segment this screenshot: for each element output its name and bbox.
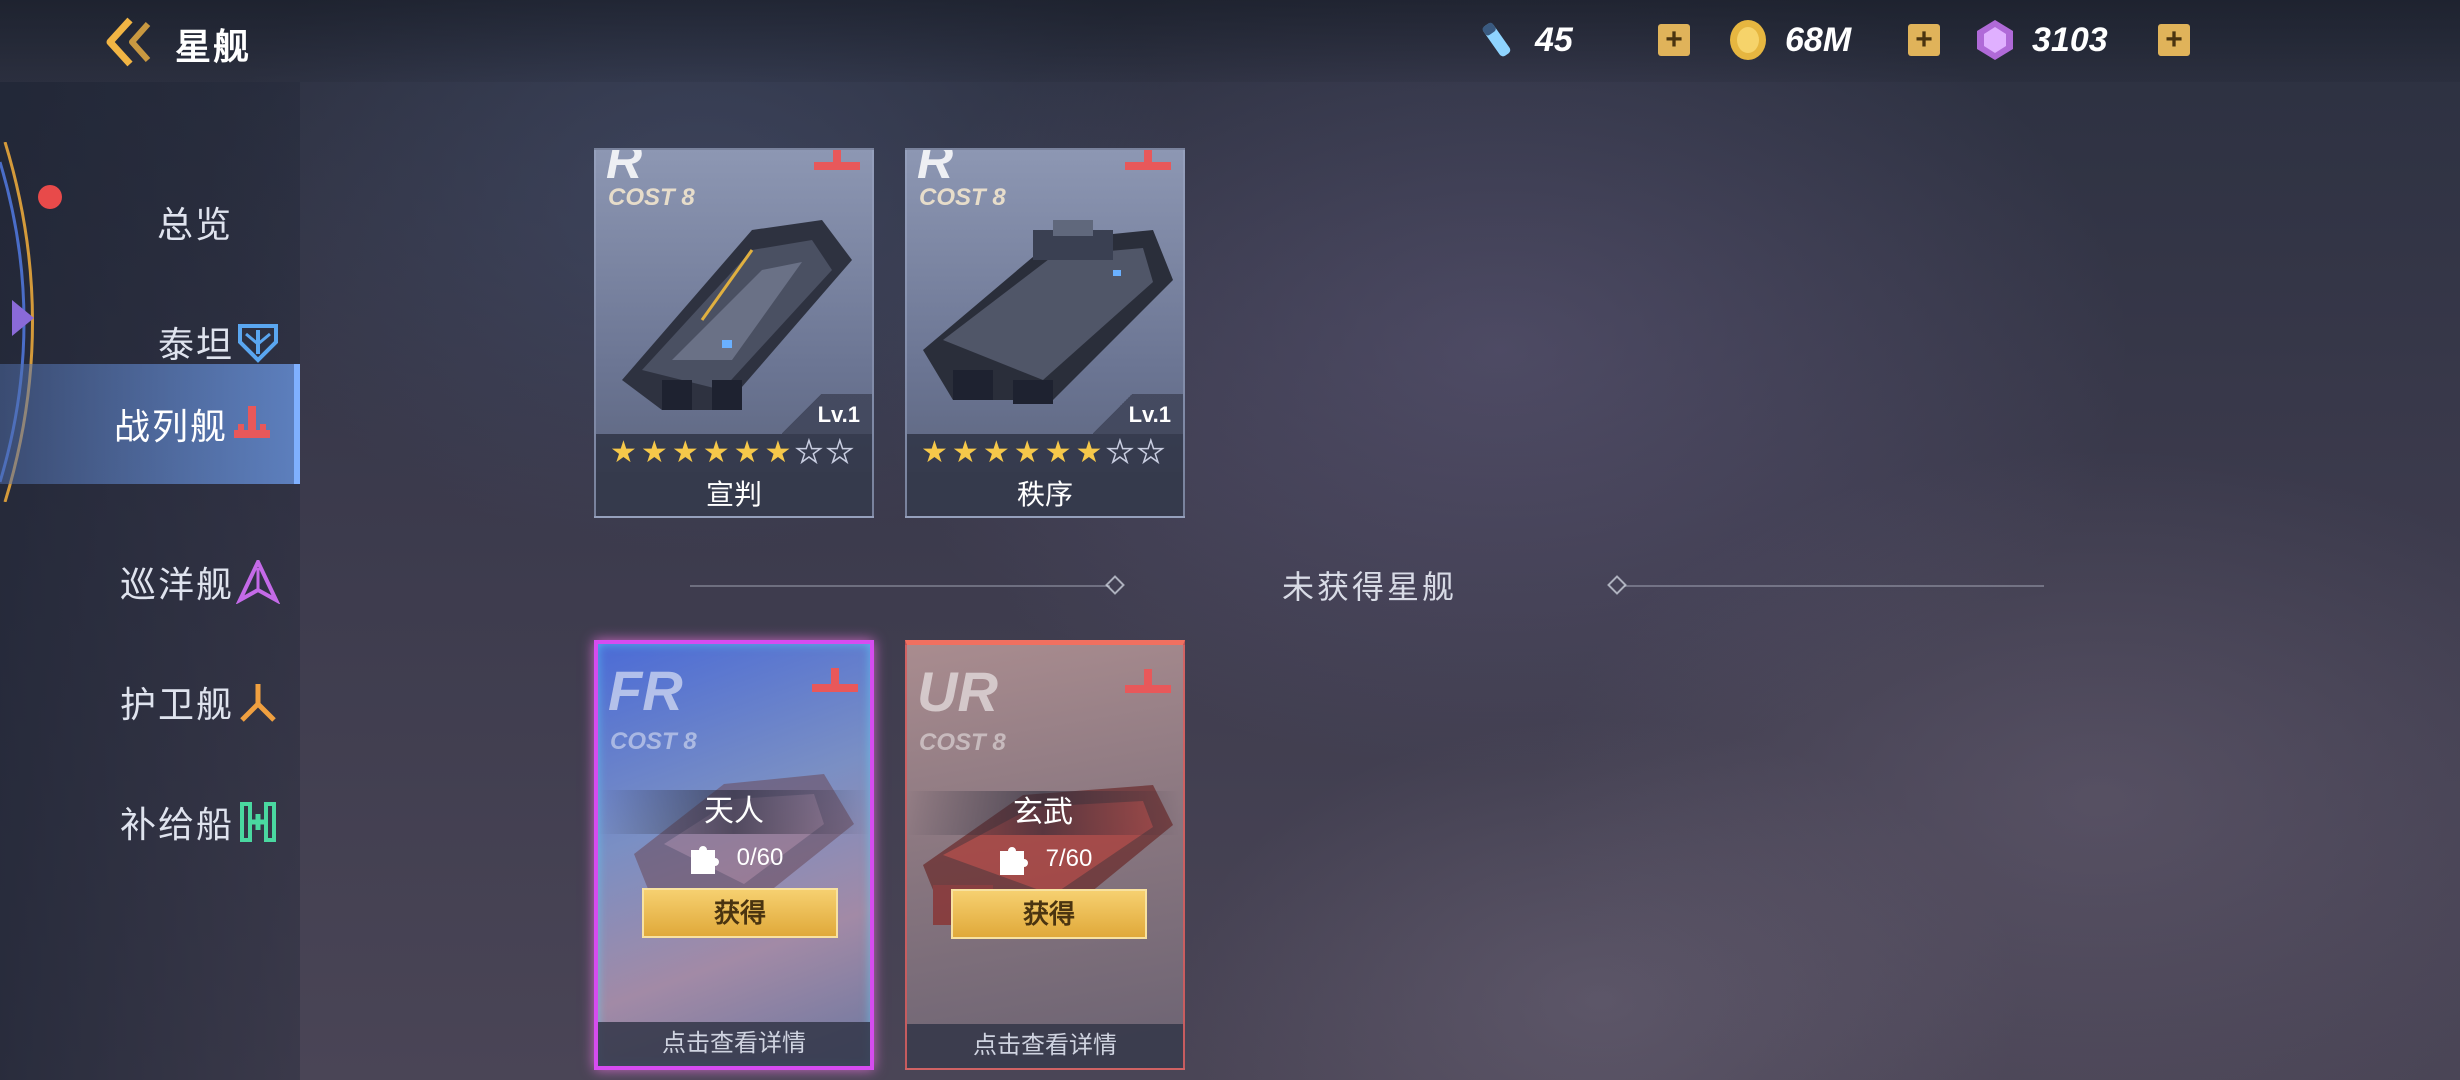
- star-empty-icon: ★: [1106, 436, 1134, 469]
- star-icon: ★: [733, 436, 761, 469]
- sidebar-item-label: 总览: [156, 204, 233, 245]
- add-gold-button[interactable]: +: [1908, 24, 1940, 56]
- view-details-link[interactable]: 点击查看详情: [598, 1022, 870, 1066]
- star-empty-icon: ★: [826, 436, 854, 469]
- separator-right: [1624, 585, 2044, 587]
- star-icon: ★: [610, 436, 637, 469]
- level-label: Lv.1: [1128, 402, 1171, 427]
- category-sidebar: 总览 泰坦 战列舰 巡洋舰 护卫舰 补给船: [0, 82, 300, 1080]
- battleship-icon: [1125, 150, 1171, 170]
- section-title: 未获得星舰: [1282, 569, 1458, 605]
- ship-name: 天人: [598, 790, 870, 834]
- titan-icon: [238, 324, 278, 363]
- sidebar-item-label: 泰坦: [157, 324, 234, 365]
- battleship-icon: [1125, 669, 1171, 693]
- fragment-progress: 7/60: [907, 837, 1179, 881]
- cruiser-icon: [236, 560, 280, 604]
- star-icon: ★: [702, 436, 730, 469]
- top-bar: 星舰 45 + 68M + 3103 +: [0, 0, 2460, 82]
- back-button[interactable]: [100, 14, 160, 70]
- fragment-count: 0/60: [736, 844, 784, 871]
- gold-coin-icon: [1725, 17, 1771, 63]
- fragment-progress: 0/60: [598, 836, 870, 880]
- add-crystal-button[interactable]: +: [2158, 24, 2190, 56]
- separator-left: [690, 585, 1110, 587]
- ship-card-xuanpan[interactable]: R COST 8 Lv.1 ★ ★ ★ ★ ★ ★ ★ ★ 宣判: [594, 148, 874, 518]
- view-details-link[interactable]: 点击查看详情: [907, 1024, 1183, 1068]
- sidebar-item-supply-ship[interactable]: 补给船: [0, 782, 300, 862]
- add-energy-button[interactable]: +: [1658, 24, 1690, 56]
- ship-name: 宣判: [596, 472, 872, 516]
- energy-vial-icon: [1475, 17, 1521, 63]
- ship-card-tianren[interactable]: FR COST 8 天人 0/60 获得 点击查看详情: [594, 640, 874, 1070]
- back-chevron-icon: [106, 17, 151, 67]
- puzzle-piece-icon: [690, 846, 719, 874]
- battleship-zhixu-image: [923, 220, 1173, 404]
- star-empty-icon: ★: [795, 436, 823, 469]
- ship-card-zhixu[interactable]: R COST 8 Lv.1 ★ ★ ★ ★ ★ ★ ★ ★ 秩序: [905, 148, 1185, 518]
- frigate-icon: [240, 684, 276, 722]
- star-icon: ★: [1075, 436, 1103, 469]
- sidebar-item-cruiser[interactable]: 巡洋舰: [0, 542, 300, 622]
- resource-energy: 45: [1475, 12, 1573, 68]
- star-empty-icon: ★: [1137, 436, 1165, 469]
- ship-name: 秩序: [907, 472, 1183, 516]
- star-icon: ★: [1044, 436, 1072, 469]
- rarity-label: UR: [917, 660, 998, 723]
- sidebar-item-label: 巡洋舰: [119, 564, 234, 605]
- star-icon: ★: [982, 436, 1010, 469]
- level-label: Lv.1: [817, 402, 860, 427]
- supply-ship-icon: [240, 802, 276, 842]
- resource-crystal: 3103: [1972, 12, 2108, 68]
- battleship-icon: [234, 406, 270, 438]
- puzzle-piece-icon: [999, 847, 1028, 875]
- ship-name: 玄武: [907, 791, 1179, 835]
- sidebar-item-label: 补给船: [119, 804, 234, 845]
- sidebar-item-label: 战列舰: [113, 406, 228, 447]
- star-icon: ★: [671, 436, 699, 469]
- obtain-button[interactable]: 获得: [951, 889, 1147, 939]
- star-rating: ★ ★ ★ ★ ★ ★ ★ ★: [907, 434, 1183, 472]
- purple-crystal-icon: [1972, 17, 2018, 63]
- sidebar-item-label: 护卫舰: [119, 684, 234, 725]
- fragment-count: 7/60: [1045, 845, 1093, 872]
- battleship-icon: [812, 668, 858, 692]
- star-icon: ★: [640, 436, 668, 469]
- gold-value: 68M: [1785, 20, 1852, 59]
- sidebar-item-battleship[interactable]: 战列舰: [0, 364, 300, 484]
- resource-gold: 68M: [1725, 12, 1851, 68]
- separator-diamond: [1105, 575, 1125, 595]
- page-title: 星舰: [175, 26, 252, 67]
- star-icon: ★: [1013, 436, 1041, 469]
- battleship-icon: [814, 150, 860, 170]
- sidebar-item-frigate[interactable]: 护卫舰: [0, 662, 300, 742]
- star-rating: ★ ★ ★ ★ ★ ★ ★ ★: [596, 434, 872, 472]
- energy-value: 45: [1535, 20, 1573, 59]
- crystal-value: 3103: [2032, 20, 2108, 59]
- sidebar-item-overview[interactable]: 总览: [0, 182, 300, 262]
- star-icon: ★: [921, 436, 948, 469]
- rarity-label: FR: [608, 659, 683, 722]
- star-icon: ★: [951, 436, 979, 469]
- star-icon: ★: [764, 436, 792, 469]
- ship-card-xuanwu[interactable]: UR COST 8 玄武 7/60 获得 点击查看详情: [905, 640, 1185, 1070]
- obtain-button[interactable]: 获得: [642, 888, 838, 938]
- battleship-xuanpan-image: [622, 220, 852, 410]
